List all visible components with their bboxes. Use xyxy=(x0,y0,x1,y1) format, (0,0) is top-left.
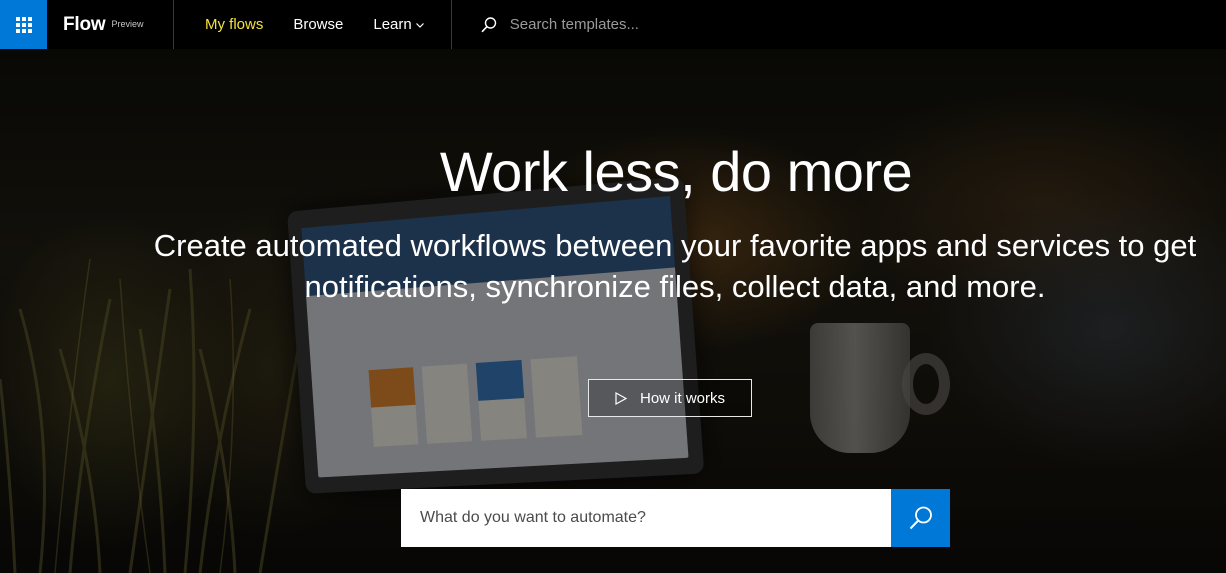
play-icon xyxy=(615,391,627,405)
nav-item-my-flows[interactable]: My flows xyxy=(205,16,263,33)
nav-item-browse[interactable]: Browse xyxy=(293,16,343,33)
nav-item-label: Learn xyxy=(373,16,412,33)
hero-subtitle: Create automated workflows between your … xyxy=(153,228,1197,304)
app-launcher-icon xyxy=(15,16,32,33)
chevron-down-icon xyxy=(415,22,424,28)
search-icon[interactable] xyxy=(480,16,498,34)
nav-item-learn[interactable]: Learn xyxy=(373,16,424,33)
how-it-works-label: How it works xyxy=(639,389,725,407)
how-it-works-button[interactable]: How it works xyxy=(588,379,752,417)
brand-preview-tag: Preview xyxy=(111,19,144,29)
top-nav-bar: Flow Preview My flows Browse Learn xyxy=(0,0,1226,49)
app-launcher-button[interactable] xyxy=(0,0,47,49)
main-nav: My flows Browse Learn xyxy=(174,0,451,49)
automate-search-input[interactable] xyxy=(401,489,891,547)
nav-item-label: Browse xyxy=(293,16,344,33)
search-templates-input[interactable] xyxy=(509,16,810,33)
brand[interactable]: Flow Preview xyxy=(47,0,173,49)
hero-title: Work less, do more xyxy=(439,140,913,203)
hero-section: Work less, do more Create automated work… xyxy=(0,49,1226,573)
automate-search-box xyxy=(401,489,950,547)
automate-search-button[interactable] xyxy=(891,489,950,547)
template-search xyxy=(452,0,810,49)
nav-item-label: My flows xyxy=(205,16,264,33)
search-icon xyxy=(909,506,932,530)
brand-name: Flow xyxy=(63,14,106,35)
